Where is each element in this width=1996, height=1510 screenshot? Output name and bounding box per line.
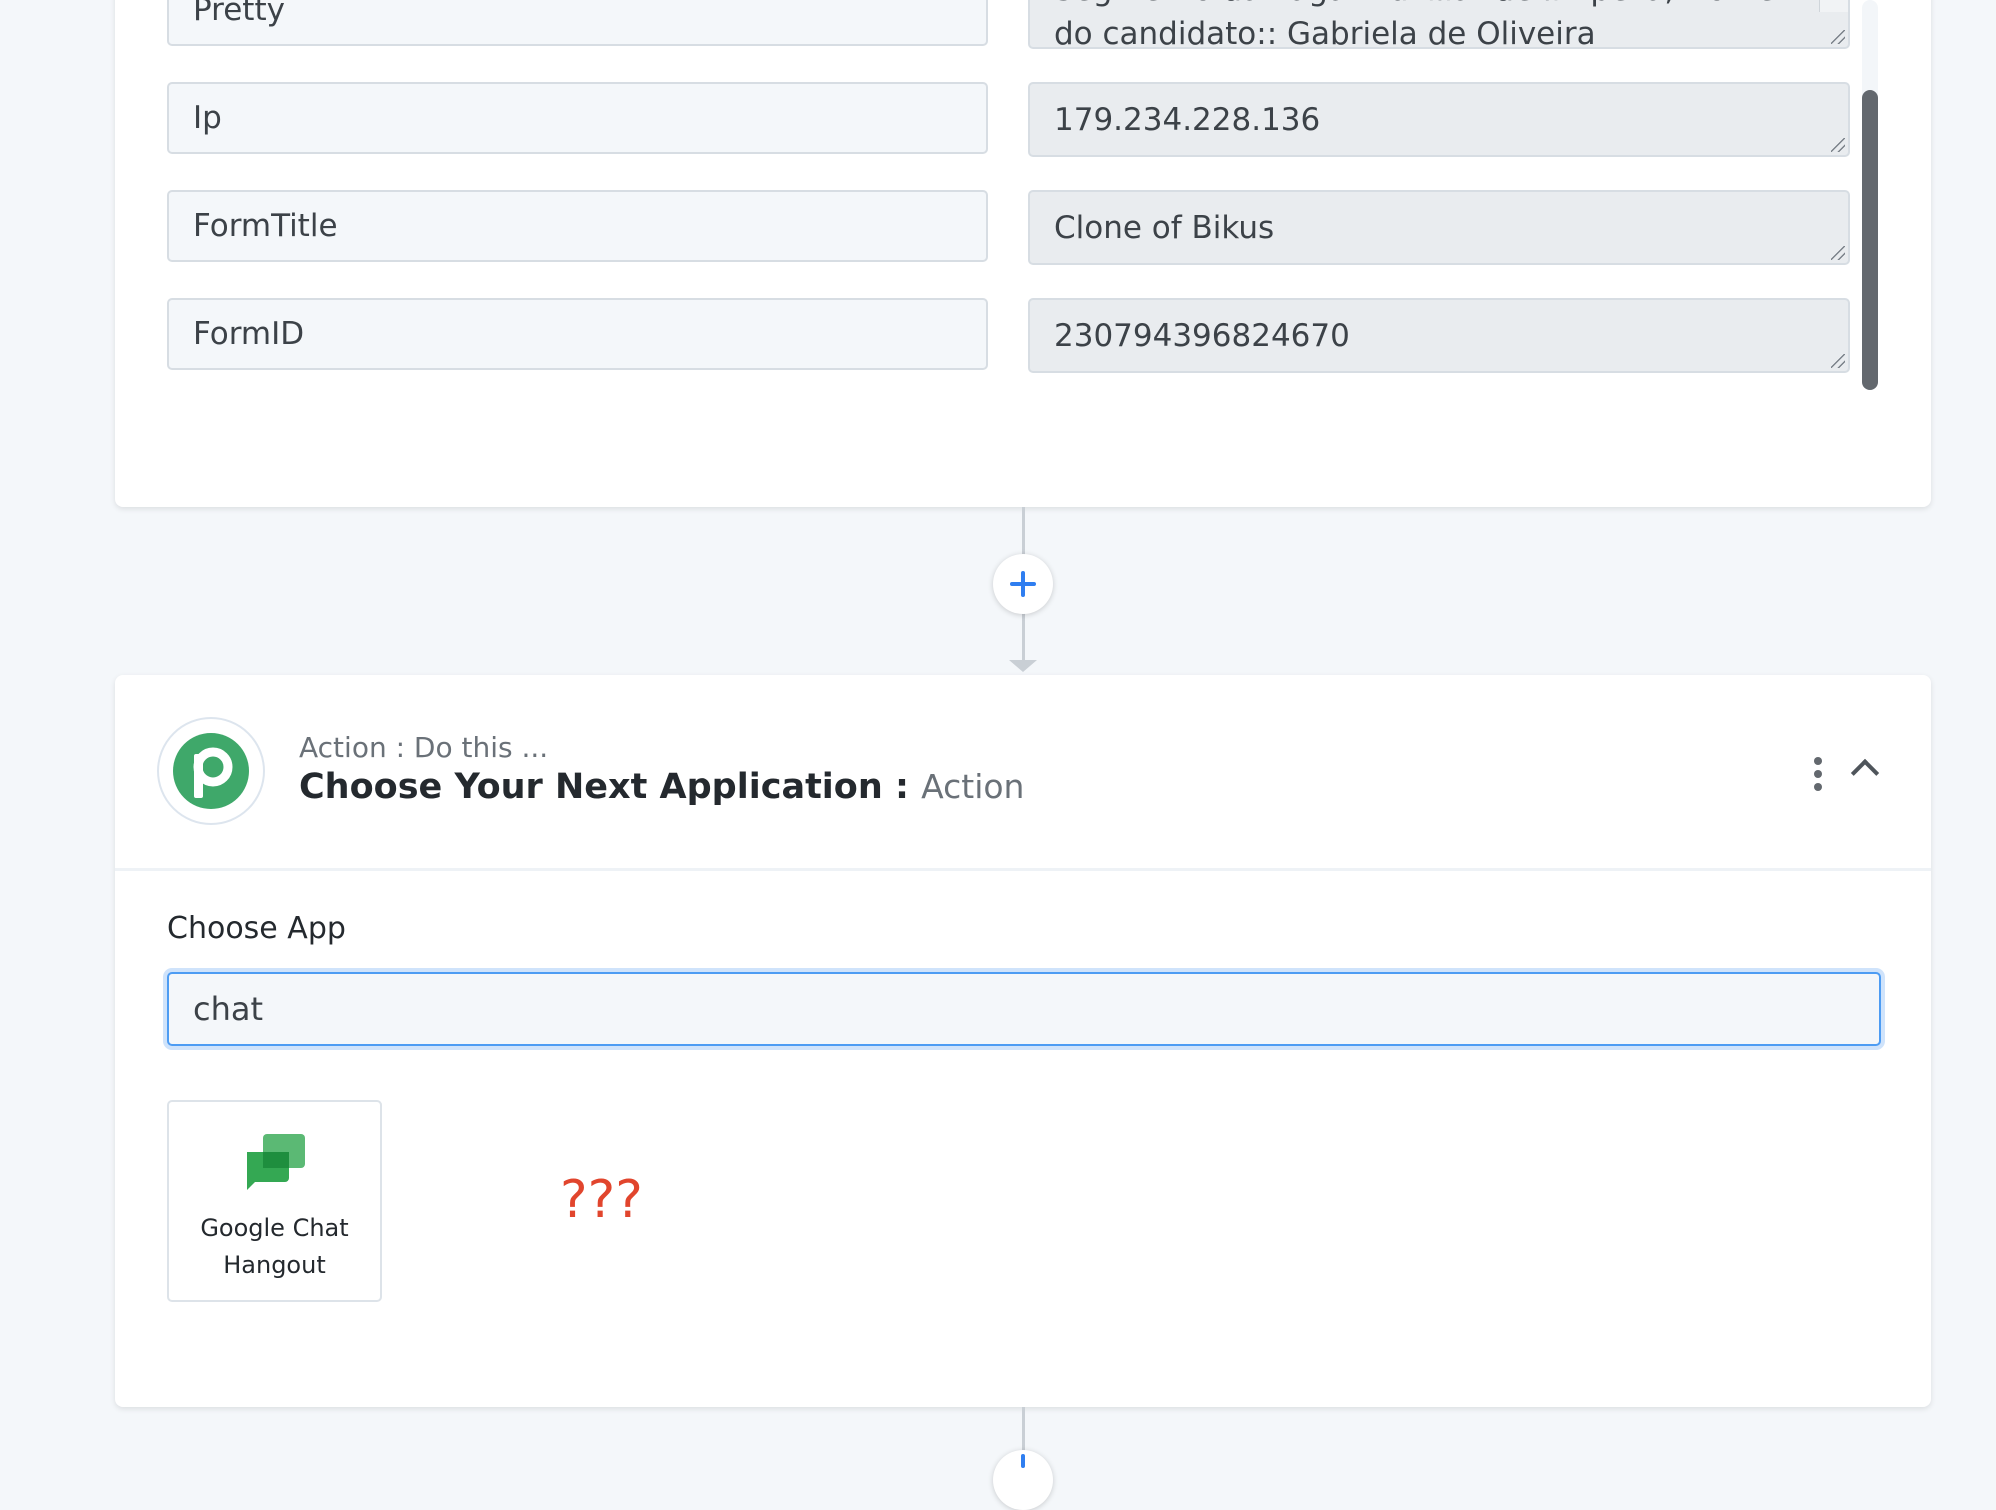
plus-icon [1021,1454,1025,1468]
field-key-pretty[interactable]: Pretty [167,0,988,46]
webhook-response-card: Pretty Segmento da vaga::Auxiliar de lim… [115,0,1931,507]
app-search-input[interactable] [167,972,1881,1046]
field-value-formid[interactable]: 230794396824670 [1028,298,1850,373]
resize-handle-icon[interactable] [1831,138,1845,152]
add-step-button[interactable] [993,554,1053,614]
field-value-text: 230794396824670 [1054,317,1350,354]
app-name-line2: Hangout [223,1251,326,1279]
field-key-label: FormID [193,316,305,352]
field-key-ip[interactable]: Ip [167,82,988,154]
app-logo [157,717,265,825]
connector-line [1022,612,1025,662]
field-value-text: 179.234.228.136 [1054,101,1321,138]
step-title-text: Choose Your Next Application : [299,767,909,807]
app-result-google-chat[interactable]: Google Chat Hangout [167,1100,382,1302]
arrow-down-icon [1009,660,1037,672]
action-step-card: Action : Do this ... Choose Your Next Ap… [115,675,1931,1407]
google-chat-icon [247,1134,305,1190]
field-value-text: Clone of Bikus [1054,209,1275,246]
field-key-label: Ip [193,100,222,136]
card-scrollbar[interactable] [1862,0,1878,390]
resize-handle-icon[interactable] [1831,30,1845,44]
field-value-ip[interactable]: 179.234.228.136 [1028,82,1850,157]
step-title: Choose Your Next Application : Action [299,767,1024,807]
field-key-formid[interactable]: FormID [167,298,988,370]
resize-handle-icon[interactable] [1831,354,1845,368]
step-subtitle: Action : Do this ... [299,731,549,764]
field-key-formtitle[interactable]: FormTitle [167,190,988,262]
field-value-text: Segmento da vaga::Auxiliar de limpeza, N… [1054,0,1776,49]
field-key-label: Pretty [193,0,285,28]
card-scrollbar-thumb[interactable] [1862,90,1878,390]
step-title-suffix: Action [921,767,1025,806]
more-options-icon[interactable] [1812,757,1824,791]
field-key-label: FormTitle [193,208,338,244]
divider [115,868,1931,871]
annotation-text: ??? [560,1170,643,1230]
field-value-formtitle[interactable]: Clone of Bikus [1028,190,1850,265]
add-step-button-bottom[interactable] [993,1450,1053,1510]
pabbly-logo-icon [173,733,249,809]
chevron-up-icon[interactable] [1850,758,1880,788]
field-value-pretty[interactable]: Segmento da vaga::Auxiliar de limpeza, N… [1028,0,1850,49]
resize-handle-icon[interactable] [1831,246,1845,260]
connector-line [1022,1407,1025,1455]
plus-icon-stroke [1021,571,1025,597]
textarea-scrollbar[interactable] [1819,0,1848,12]
connector-line [1022,507,1025,557]
app-name-line1: Google Chat [200,1214,349,1242]
choose-app-label: Choose App [167,911,346,946]
app-name: Google Chat Hangout [169,1210,380,1284]
